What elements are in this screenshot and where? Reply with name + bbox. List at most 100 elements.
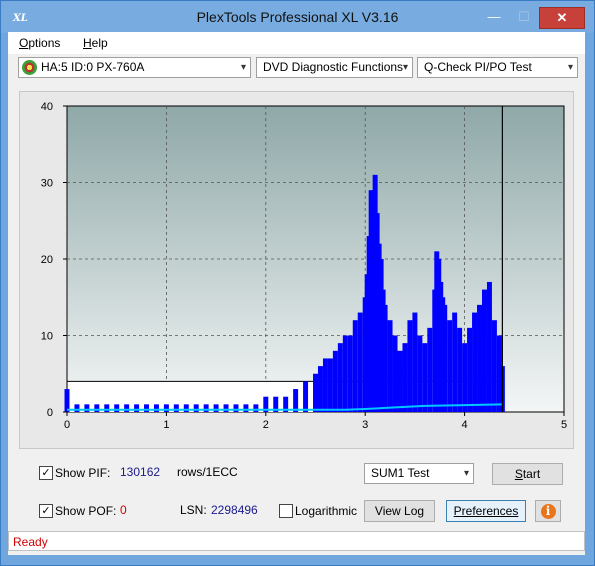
pi-error-bar [417,335,423,412]
x-tick-label: 4 [462,419,468,431]
pi-error-bar [317,366,323,412]
title-bar[interactable]: XL PlexTools Professional XL V3.16 — ☐ ✕ [1,1,594,33]
maximize-button[interactable]: ☐ [511,7,537,27]
pi-error-bar [203,404,209,412]
start-button[interactable]: Start [492,463,563,485]
lsn-label: LSN: [180,503,207,517]
menu-options-accel: O [19,36,29,50]
lsn-value: 2298496 [211,503,258,517]
pi-error-bar [337,343,343,412]
chart-panel: 0 1 2 3 4 5 0 10 20 30 40 [19,91,574,449]
function-select[interactable]: DVD Diagnostic Functions ▾ [256,57,413,78]
pi-error-bar [84,404,90,412]
pi-error-bar [144,404,150,412]
pi-error-bar [327,358,333,412]
pi-error-bar [397,350,403,412]
pi-error-bar [347,335,353,412]
pi-error-bar [303,381,309,412]
pi-error-bar [452,312,458,412]
pi-error-bar [213,404,219,412]
y-tick-label: 20 [41,254,53,266]
pi-error-bar [491,320,497,412]
x-tick-label: 2 [263,419,269,431]
function-select-value: DVD Diagnostic Functions [263,60,404,74]
pi-error-bar [422,343,428,412]
pi-error-bar [427,327,433,412]
pi-error-bar [94,404,100,412]
menu-bar: Options Help [8,32,585,54]
show-pof-checkbox[interactable]: ✓ [39,504,53,518]
pi-error-bar [392,335,398,412]
minimize-button[interactable]: — [479,7,509,27]
drive-select[interactable]: HA:5 ID:0 PX-760A ▾ [18,57,251,78]
info-icon: i [540,504,556,519]
chevron-down-icon: ▾ [567,62,573,73]
sum-test-select[interactable]: SUM1 Test ▾ [364,463,474,484]
pi-chart: 0 1 2 3 4 5 0 10 20 30 40 [41,101,567,431]
pi-error-bar [442,304,448,412]
test-select[interactable]: Q-Check PI/PO Test ▾ [417,57,578,78]
close-button[interactable]: ✕ [539,7,585,29]
x-tick-label: 3 [362,419,368,431]
pi-error-bar [193,404,199,412]
pi-error-bar [322,358,328,412]
pi-error-bar [352,320,358,412]
chevron-down-icon: ▾ [402,62,408,73]
show-pof-label: Show POF: [55,504,117,518]
pi-error-bar [243,404,249,412]
show-pif-checkbox[interactable]: ✓ [39,466,53,480]
pi-error-bar [114,404,120,412]
pi-error-bar [387,320,393,412]
y-tick-label: 10 [41,331,53,343]
pi-error-bar [486,281,492,412]
pof-value: 0 [120,503,127,517]
pi-error-bar [104,404,110,412]
pi-error-bar [124,404,130,412]
pi-error-bar [163,404,169,412]
view-log-button[interactable]: View Log [364,500,435,522]
pi-error-bar [183,404,189,412]
logarithmic-checkbox[interactable] [279,504,293,518]
pi-error-bar [457,327,463,412]
controls-panel: ✓ Show PIF: 130162 rows/1ECC ✓ Show POF:… [8,456,585,526]
y-tick-label: 30 [41,178,53,190]
drive-select-value: HA:5 ID:0 PX-760A [41,60,145,74]
drive-icon [22,60,37,75]
start-accel: S [514,467,523,481]
sum-test-select-value: SUM1 Test [371,466,430,480]
pi-error-bar [332,350,338,412]
main-client-area: Options Help HA:5 ID:0 PX-760A ▾ DVD Dia… [8,32,585,555]
pi-error-bar [74,404,80,412]
x-tick-label: 5 [561,419,567,431]
menu-options[interactable]: Options [19,36,60,50]
preferences-button[interactable]: Preferences [446,500,526,522]
preferences-label: Preferences [453,504,519,518]
pi-error-bar [481,289,487,412]
menu-help[interactable]: Help [83,36,108,50]
pi-error-bar [233,404,239,412]
pi-error-bar [472,312,478,412]
pi-error-bar [64,389,70,412]
menu-help-accel: H [83,36,92,50]
pi-error-bar [173,404,179,412]
pi-error-bar [313,373,318,412]
info-button[interactable]: i [535,500,561,522]
pi-error-bar [447,320,453,412]
pi-error-bar [223,404,229,412]
x-tick-label: 1 [163,419,169,431]
pi-error-bar [382,304,388,412]
chevron-down-icon: ▾ [240,62,246,73]
pi-error-bar [467,327,473,412]
pi-error-bar [412,312,418,412]
pi-error-bar [407,320,413,412]
show-pif-label: Show PIF: [55,466,111,480]
pi-error-bar [342,335,348,412]
x-tick-label: 0 [64,419,70,431]
pi-error-bar [134,404,140,412]
pi-error-bar [477,304,482,412]
menu-help-rest: elp [91,36,108,50]
status-bar: Ready [8,531,585,551]
test-select-value: Q-Check PI/PO Test [424,60,532,74]
pi-error-bar [293,389,299,412]
pif-unit: rows/1ECC [177,465,238,479]
